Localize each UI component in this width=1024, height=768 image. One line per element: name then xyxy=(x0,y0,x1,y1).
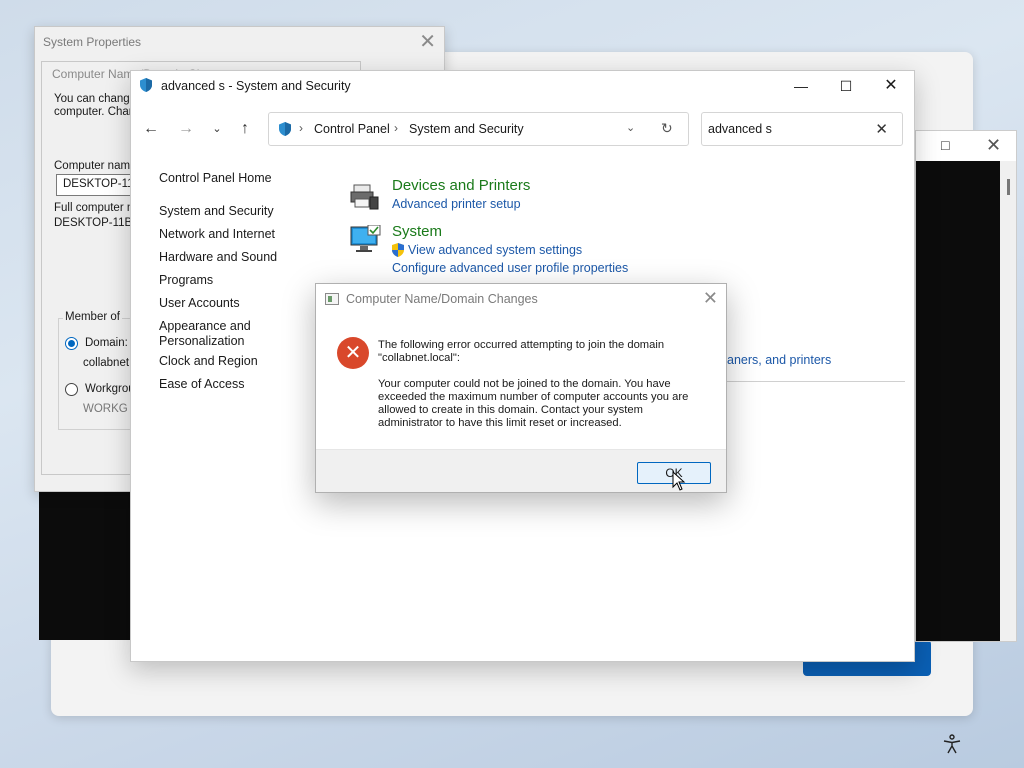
address-bar[interactable]: › Control Panel › System and Security ⌄ … xyxy=(268,112,689,146)
maximize-icon[interactable]: ☐ xyxy=(823,71,869,101)
configure-profile-link[interactable]: Configure advanced user profile properti… xyxy=(392,261,628,275)
intro-text: computer. Chang xyxy=(54,106,142,118)
dialog-app-icon xyxy=(325,293,339,305)
printer-icon xyxy=(350,184,379,210)
minimize-icon[interactable]: — xyxy=(778,71,824,101)
close-icon[interactable]: ✕ xyxy=(703,288,718,309)
computer-name-label: Computer name: xyxy=(54,160,140,172)
chevron-down-icon[interactable]: ⌄ xyxy=(626,121,635,134)
dialog-title: Computer Name/Domain Changes xyxy=(346,292,538,306)
console-scroll-thumb[interactable] xyxy=(1007,179,1010,195)
breadcrumb-separator-icon: › xyxy=(394,121,398,135)
error-domain-line: "collabnet.local": xyxy=(378,352,460,364)
console-body-left xyxy=(39,492,131,640)
partial-result-link[interactable]: aners, and printers xyxy=(727,353,831,367)
control-panel-icon xyxy=(279,122,291,136)
nav-network-internet[interactable]: Network and Internet xyxy=(159,227,275,241)
clear-search-icon[interactable]: ✕ xyxy=(875,120,888,138)
search-input[interactable]: advanced s ✕ xyxy=(701,112,903,146)
workgroup-radio[interactable] xyxy=(65,383,78,396)
uac-shield-icon xyxy=(392,243,404,257)
nav-personalization[interactable]: Personalization xyxy=(159,334,244,348)
nav-control-panel-home[interactable]: Control Panel Home xyxy=(159,171,272,185)
divider xyxy=(721,381,905,382)
window-title: System Properties xyxy=(43,35,142,49)
domain-field[interactable]: collabnet xyxy=(83,357,129,369)
up-arrow-icon[interactable]: ↑ xyxy=(231,117,259,141)
devices-printers-title[interactable]: Devices and Printers xyxy=(392,177,530,194)
member-of-label: Member of xyxy=(63,311,122,323)
nav-programs[interactable]: Programs xyxy=(159,273,213,287)
breadcrumb-system-security[interactable]: System and Security xyxy=(409,122,524,136)
mouse-cursor-icon xyxy=(672,471,686,491)
view-advanced-settings-link[interactable]: View advanced system settings xyxy=(408,243,582,257)
error-dialog: Computer Name/Domain Changes ✕ ✕ The fol… xyxy=(315,283,727,493)
error-detail-line: allowed to create in this domain. Contac… xyxy=(378,404,643,416)
nav-system-security[interactable]: System and Security xyxy=(159,204,274,218)
console-scrollbar[interactable] xyxy=(1000,161,1016,641)
accessibility-icon[interactable] xyxy=(941,733,963,755)
nav-clock-region[interactable]: Clock and Region xyxy=(159,354,258,368)
advanced-printer-setup-link[interactable]: Advanced printer setup xyxy=(392,197,521,211)
maximize-icon[interactable]: ☐ xyxy=(940,139,952,153)
back-arrow-icon[interactable]: ← xyxy=(137,117,165,141)
close-icon[interactable]: ✕ xyxy=(868,71,914,101)
nav-ease-of-access[interactable]: Ease of Access xyxy=(159,377,244,391)
domain-radio[interactable] xyxy=(65,337,78,350)
error-detail-line: Your computer could not be joined to the… xyxy=(378,378,671,390)
shield-icon xyxy=(140,78,152,92)
full-name-value: DESKTOP-11B4 xyxy=(54,217,139,229)
intro-text: You can change xyxy=(54,93,137,105)
system-monitor-icon xyxy=(350,225,381,252)
workgroup-field[interactable]: WORKG xyxy=(83,403,128,415)
nav-user-accounts[interactable]: User Accounts xyxy=(159,296,240,310)
breadcrumb-control-panel[interactable]: Control Panel xyxy=(314,122,390,136)
forward-arrow-icon[interactable]: → xyxy=(172,117,200,141)
console-body xyxy=(916,161,1000,641)
window-title: advanced s - System and Security xyxy=(161,79,351,93)
search-value: advanced s xyxy=(708,122,772,136)
error-message-line: The following error occurred attempting … xyxy=(378,339,665,351)
system-title[interactable]: System xyxy=(392,223,442,240)
error-detail-line: administrator to have this limit reset o… xyxy=(378,417,622,429)
breadcrumb-separator-icon: › xyxy=(299,121,303,135)
nav-appearance[interactable]: Appearance and xyxy=(159,319,251,333)
nav-hardware-sound[interactable]: Hardware and Sound xyxy=(159,250,277,264)
full-name-label: Full computer na xyxy=(54,202,140,214)
recent-locations-chevron-icon[interactable]: ⌄ xyxy=(203,117,231,141)
console-window: ☐ ✕ xyxy=(915,130,1017,642)
error-icon: ✕ xyxy=(337,337,369,369)
refresh-icon[interactable]: ↻ xyxy=(661,120,673,137)
domain-label: Domain: xyxy=(85,337,128,349)
close-icon[interactable]: ✕ xyxy=(986,135,1001,156)
close-icon[interactable]: ✕ xyxy=(419,29,436,54)
workgroup-label: Workgrou xyxy=(85,383,135,395)
error-detail-line: exceeded the maximum number of computer … xyxy=(378,391,689,403)
